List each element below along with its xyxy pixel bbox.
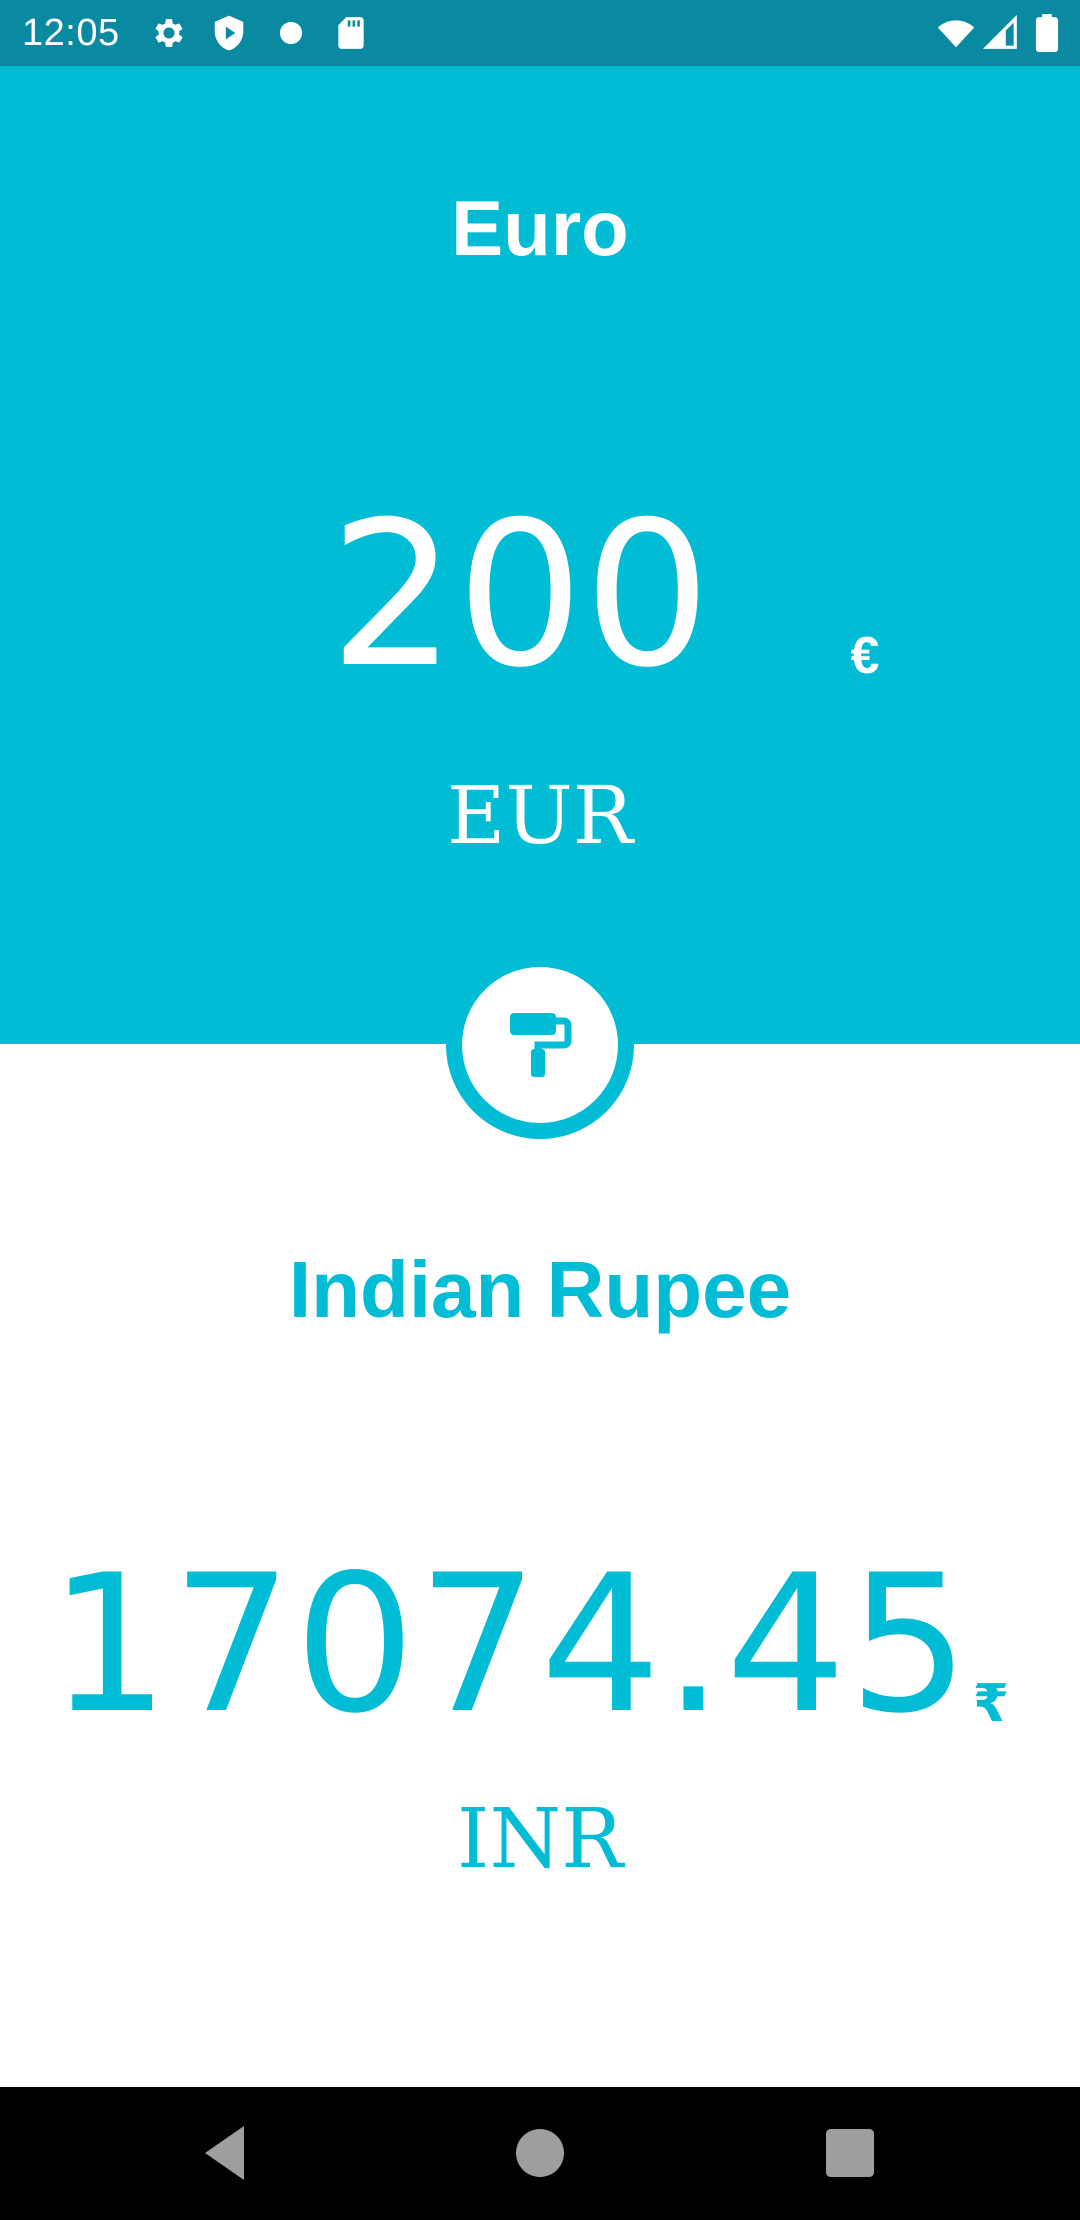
home-icon[interactable]	[504, 2117, 576, 2189]
theme-button[interactable]	[446, 951, 634, 1139]
source-currency-panel[interactable]: Euro 200 € EUR	[0, 66, 1080, 1044]
source-currency-symbol: €	[850, 627, 880, 685]
back-icon[interactable]	[190, 2117, 262, 2189]
shield-play-icon	[210, 14, 248, 52]
dot-icon	[272, 14, 310, 52]
source-currency-code[interactable]: EUR	[0, 766, 1080, 866]
status-time: 12:05	[22, 12, 120, 54]
source-amount[interactable]: 200	[320, 486, 720, 706]
paint-roller-icon	[510, 1013, 572, 1077]
target-amount: 17074.45	[48, 1534, 972, 1755]
wifi-icon	[934, 14, 978, 52]
sd-card-icon	[332, 14, 370, 52]
target-currency-symbol: ₹	[972, 1674, 1010, 1734]
status-bar: 12:05	[0, 0, 1080, 66]
target-currency-code[interactable]: INR	[0, 1790, 1080, 1890]
cell-signal-icon	[982, 14, 1020, 52]
recents-icon[interactable]	[814, 2117, 886, 2189]
gear-icon	[150, 14, 188, 52]
theme-button-face[interactable]	[462, 967, 618, 1123]
source-currency-name[interactable]: Euro	[0, 178, 1080, 278]
battery-icon	[1034, 14, 1060, 52]
navigation-bar	[0, 2087, 1080, 2220]
target-currency-name[interactable]: Indian Rupee	[0, 1240, 1080, 1340]
